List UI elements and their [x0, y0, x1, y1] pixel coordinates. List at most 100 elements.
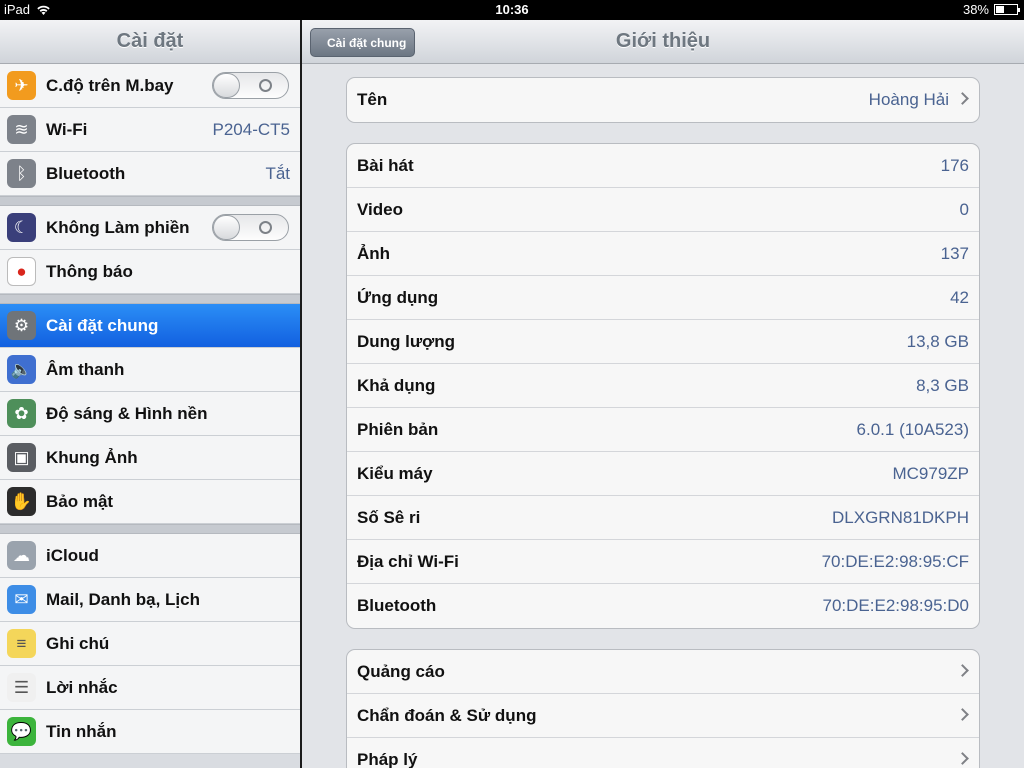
row-label: Phiên bản [357, 419, 439, 439]
toggle-knob [213, 73, 240, 98]
info-row: Phiên bản 6.0.1 (10A523) [347, 408, 979, 452]
wifi-icon: ≋ [7, 115, 36, 144]
link-row[interactable]: Chẩn đoán & Sử dụng [347, 694, 979, 738]
sidebar-item[interactable]: ✿ Độ sáng & Hình nền [0, 392, 300, 436]
cloud-icon: ☁ [7, 541, 36, 570]
settings-list: ✈ C.độ trên M.bay ≋ Wi-Fi P204-CT5 ᛒ Bluetooth… [0, 64, 300, 754]
airplane-icon: ✈ [7, 71, 36, 100]
row-label: Dung lượng [357, 331, 456, 351]
info-row: Địa chỉ Wi-Fi 70:DE:E2:98:95:CF [347, 540, 979, 584]
row-value: 8,3 GB [916, 375, 969, 395]
sidebar-item-label: Ghi chú [46, 633, 110, 653]
sidebar-item-value: Tắt [265, 163, 290, 183]
group-separator [0, 524, 300, 534]
row-value: 0 [959, 199, 969, 219]
row-value: 70:DE:E2:98:95:D0 [822, 596, 969, 615]
battery-icon [994, 4, 1020, 15]
settings-sidebar: Cài đặt ✈ C.độ trên M.bay ≋ Wi-Fi P204-CT5 ᛒ B… [0, 20, 300, 768]
sidebar-item[interactable]: ✈ C.độ trên M.bay [0, 64, 300, 108]
row-label: Kiểu máy [357, 463, 433, 483]
mail-icon: ✉ [7, 585, 36, 614]
sidebar-item[interactable]: ≋ Wi-Fi P204-CT5 [0, 108, 300, 152]
off-indicator-icon [259, 221, 272, 234]
info-row: Bluetooth 70:DE:E2:98:95:D0 [347, 584, 979, 628]
sidebar-item-label: Độ sáng & Hình nền [46, 403, 208, 423]
link-row[interactable]: Quảng cáo [347, 650, 979, 694]
row-value: 13,8 GB [906, 331, 969, 351]
row-label: Pháp lý [357, 750, 418, 768]
sidebar-item-label: Lời nhắc [46, 677, 118, 697]
chevron-right-icon [956, 708, 969, 721]
sidebar-item-value: P204-CT5 [212, 119, 290, 139]
sidebar-item[interactable]: ✋ Bảo mật [0, 480, 300, 524]
sidebar-item[interactable]: ☾ Không Làm phiền [0, 206, 300, 250]
picture-frame-icon: ▣ [7, 443, 36, 472]
sidebar-item[interactable]: ☁ iCloud [0, 534, 300, 578]
info-row: Bài hát 176 [347, 144, 979, 188]
chevron-right-icon [956, 92, 969, 105]
info-row: Kiểu máy MC979ZP [347, 452, 979, 496]
name-row[interactable]: Tên Hoàng Hải [347, 78, 979, 122]
info-row: Dung lượng 13,8 GB [347, 320, 979, 364]
sidebar-navbar: Cài đặt [0, 20, 300, 64]
toggle-switch[interactable] [212, 214, 289, 241]
link-row[interactable]: Pháp lý [347, 738, 979, 768]
info-row: Khả dụng 8,3 GB [347, 364, 979, 408]
sidebar-item-label: Khung Ảnh [46, 447, 138, 467]
row-label: Địa chỉ Wi-Fi [357, 551, 459, 571]
sidebar-item[interactable]: ⚙ Cài đặt chung [0, 304, 300, 348]
row-value: 70:DE:E2:98:95:CF [821, 551, 969, 571]
sidebar-item[interactable]: ✉ Mail, Danh bạ, Lịch [0, 578, 300, 622]
toggle-knob [213, 215, 240, 240]
reminders-icon: ☰ [7, 673, 36, 702]
sidebar-item-label: C.độ trên M.bay [46, 75, 174, 95]
gear-icon: ⚙ [7, 311, 36, 340]
toggle-switch[interactable] [212, 72, 289, 99]
sidebar-item-label: Thông báo [46, 261, 133, 281]
info-row: Video 0 [347, 188, 979, 232]
flower-icon: ✿ [7, 399, 36, 428]
row-label: Khả dụng [357, 375, 436, 395]
sidebar-item-label: Âm thanh [46, 359, 125, 379]
info-row: Ảnh 137 [347, 232, 979, 276]
group-separator [0, 196, 300, 206]
row-label: Video [357, 199, 403, 219]
row-label: Bài hát [357, 155, 414, 175]
sidebar-item-label: iCloud [46, 545, 99, 565]
notes-icon: ≡ [7, 629, 36, 658]
sidebar-item-label: Wi-Fi [46, 119, 88, 139]
sidebar-item[interactable]: ☰ Lời nhắc [0, 666, 300, 710]
row-label: Tên [357, 90, 388, 109]
sidebar-item-label: Tin nhắn [46, 721, 117, 741]
info-row: Ứng dụng 42 [347, 276, 979, 320]
sidebar-item-label: Bảo mật [46, 491, 114, 511]
links-group: Quảng cáo Chẩn đoán & Sử dụng Pháp lý [346, 649, 980, 768]
row-value: DLXGRN81DKPH [832, 507, 969, 527]
row-label: Quảng cáo [357, 661, 445, 681]
sidebar-item[interactable]: ▣ Khung Ảnh [0, 436, 300, 480]
moon-icon: ☾ [7, 213, 36, 242]
sidebar-item[interactable]: ≡ Ghi chú [0, 622, 300, 666]
sidebar-item-label: Không Làm phiền [46, 217, 190, 237]
sidebar-item[interactable]: 🔈 Âm thanh [0, 348, 300, 392]
messages-icon: 💬 [7, 717, 36, 746]
battery-percent: 38% [962, 2, 989, 17]
notification-icon: ● [7, 257, 36, 286]
sidebar-item-label: Bluetooth [46, 163, 126, 183]
back-button-label: Cài đặt chung [327, 35, 407, 50]
row-label: Chẩn đoán & Sử dụng [357, 705, 537, 725]
row-value: 6.0.1 (10A523) [856, 419, 969, 439]
row-label: Bluetooth [357, 596, 437, 615]
sidebar-item-label: Mail, Danh bạ, Lịch [46, 589, 200, 609]
row-value: 137 [940, 243, 969, 263]
clock: 10:36 [495, 2, 529, 17]
name-group: Tên Hoàng Hải [346, 77, 980, 123]
sidebar-item[interactable]: ● Thông báo [0, 250, 300, 294]
back-button[interactable]: Cài đặt chung [310, 28, 416, 57]
row-value: Hoàng Hải [868, 90, 949, 109]
sidebar-title: Cài đặt [116, 30, 184, 52]
sidebar-item[interactable]: 💬 Tin nhắn [0, 710, 300, 754]
sidebar-item[interactable]: ᛒ Bluetooth Tắt [0, 152, 300, 196]
row-value: MC979ZP [892, 463, 969, 483]
row-value: 176 [940, 155, 969, 175]
